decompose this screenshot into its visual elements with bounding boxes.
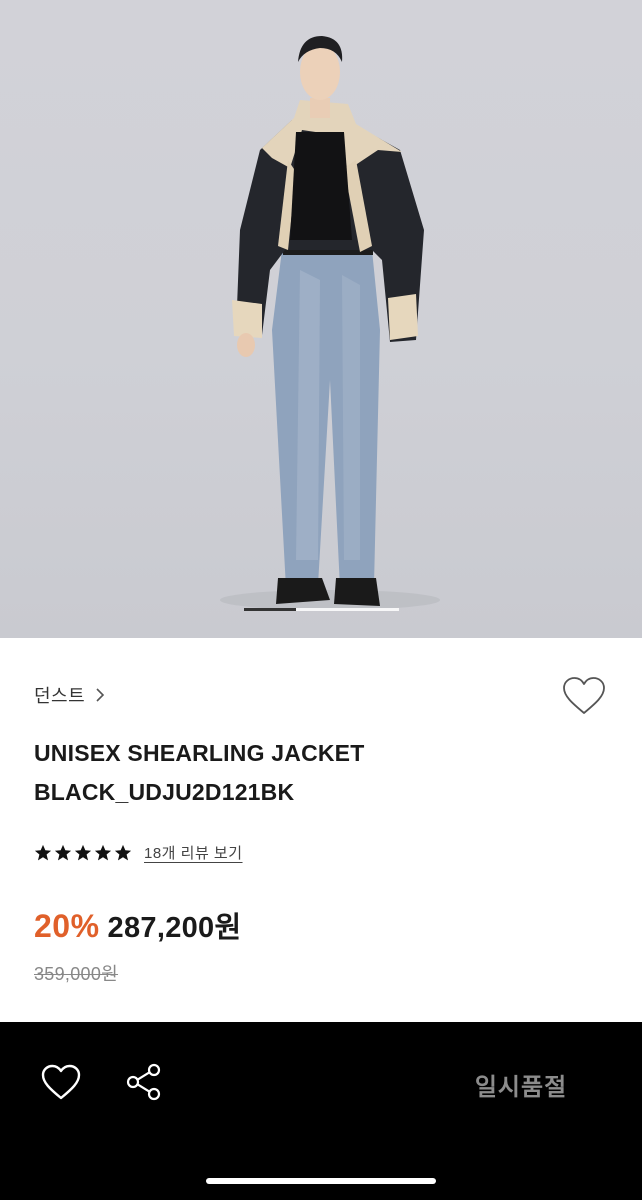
- review-link[interactable]: 18개 리뷰 보기: [144, 842, 243, 863]
- brand-link[interactable]: 던스트: [34, 682, 105, 708]
- product-image[interactable]: [0, 0, 642, 638]
- bottom-action-bar: 일시품절: [0, 1022, 642, 1200]
- heart-outline-icon[interactable]: [40, 1062, 82, 1102]
- sale-price: 287,200원: [107, 912, 242, 944]
- product-title-line2: BLACK_UDJU2D121BK: [34, 779, 295, 805]
- price-row: 20% 287,200원: [34, 904, 241, 946]
- star-icon: [94, 844, 112, 860]
- discount-rate: 20%: [34, 908, 100, 944]
- home-indicator: [206, 1178, 436, 1184]
- brand-name: 던스트: [34, 686, 86, 706]
- original-price: 359,000원: [34, 964, 119, 984]
- chevron-right-icon: [96, 688, 105, 702]
- rating-row: 18개 리뷰 보기: [34, 842, 243, 863]
- product-info: 던스트 UNISEX SHEARLING JACKET BLACK_UDJU2D…: [0, 638, 642, 1022]
- product-title-line1: UNISEX SHEARLING JACKET: [34, 740, 365, 766]
- heart-outline-icon[interactable]: [562, 676, 606, 716]
- star-icon: [114, 844, 132, 860]
- star-icon: [34, 844, 52, 860]
- share-icon[interactable]: [124, 1062, 164, 1102]
- slide-indicator-progress: [244, 608, 296, 611]
- product-title: UNISEX SHEARLING JACKET BLACK_UDJU2D121B…: [34, 734, 514, 812]
- rating-stars: [34, 844, 132, 862]
- star-icon: [74, 844, 92, 860]
- slide-indicator: [244, 608, 399, 611]
- star-icon: [54, 844, 72, 860]
- model-photo: [220, 36, 440, 610]
- soldout-button[interactable]: 일시품절: [458, 1066, 584, 1102]
